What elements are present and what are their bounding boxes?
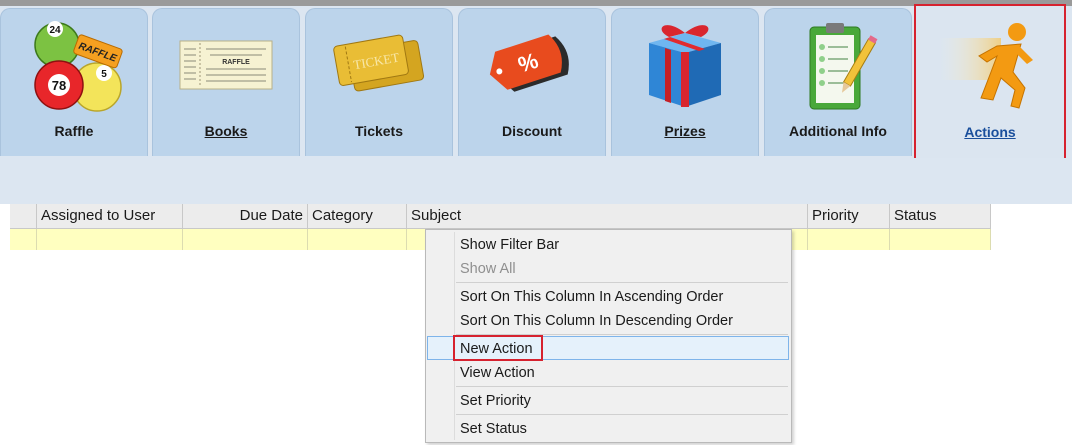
tab-books[interactable]: RAFFLE Books: [152, 8, 300, 156]
row-selector-cell[interactable]: [10, 229, 37, 250]
column-header-subject[interactable]: Subject: [407, 204, 808, 228]
grid-header: Assigned to User Due Date Category Subje…: [10, 204, 991, 229]
tab-additional-info[interactable]: Additional Info: [764, 8, 912, 156]
tab-label: Books: [204, 123, 248, 139]
ball-number: 78: [52, 78, 66, 93]
tab-actions[interactable]: Actions: [914, 4, 1066, 161]
tab-label: Raffle: [54, 123, 94, 139]
grid-cell[interactable]: [183, 229, 308, 250]
column-header-status[interactable]: Status: [890, 204, 991, 228]
menu-item-sort-descending[interactable]: Sort On This Column In Descending Order: [460, 309, 733, 333]
tab-prizes[interactable]: Prizes: [611, 8, 759, 156]
column-header-due-date[interactable]: Due Date: [183, 204, 308, 228]
tab-tickets[interactable]: TICKET Tickets: [305, 8, 453, 156]
grid-cell[interactable]: [890, 229, 991, 250]
column-header-priority[interactable]: Priority: [808, 204, 890, 228]
ticket-book-icon: RAFFLE: [153, 15, 299, 115]
column-header-assigned-user[interactable]: Assigned to User: [37, 204, 183, 228]
menu-item-show-filter-bar[interactable]: Show Filter Bar: [460, 233, 559, 257]
tab-label: Prizes: [664, 123, 706, 139]
bingo-balls-icon: 24 5 78 RAFFLE: [1, 15, 147, 115]
tab-label: Actions: [964, 124, 1016, 140]
menu-separator: [456, 386, 788, 387]
grid-cell[interactable]: [308, 229, 407, 250]
grid-cell[interactable]: [37, 229, 183, 250]
menu-separator: [456, 414, 788, 415]
running-man-icon: [916, 16, 1064, 116]
book-title-text: RAFFLE: [222, 59, 250, 66]
tab-label: Tickets: [355, 123, 403, 139]
discount-tag-icon: %: [459, 15, 605, 115]
grid-cell[interactable]: [808, 229, 890, 250]
ball-number: 5: [101, 69, 107, 80]
menu-item-show-all[interactable]: Show All: [460, 257, 516, 281]
gift-box-icon: [612, 15, 758, 115]
menu-separator: [456, 282, 788, 283]
column-header-category[interactable]: Category: [308, 204, 407, 228]
tab-discount[interactable]: % Discount: [458, 8, 606, 156]
content-header-band: [0, 158, 1072, 204]
annotation-highlight-box: [453, 335, 543, 361]
clipboard-icon: [765, 15, 911, 115]
tab-raffle[interactable]: 24 5 78 RAFFLE Raffle: [0, 8, 148, 156]
grid-row-selector-header[interactable]: [10, 204, 37, 228]
tab-label: Discount: [502, 123, 562, 139]
menu-item-set-priority[interactable]: Set Priority: [460, 389, 531, 413]
menu-item-view-action[interactable]: View Action: [460, 361, 535, 385]
tab-label: Additional Info: [789, 123, 887, 139]
tickets-icon: TICKET: [306, 15, 452, 115]
menu-item-sort-ascending[interactable]: Sort On This Column In Ascending Order: [460, 285, 723, 309]
menu-item-set-status[interactable]: Set Status: [460, 417, 527, 441]
ball-number: 24: [49, 25, 61, 36]
